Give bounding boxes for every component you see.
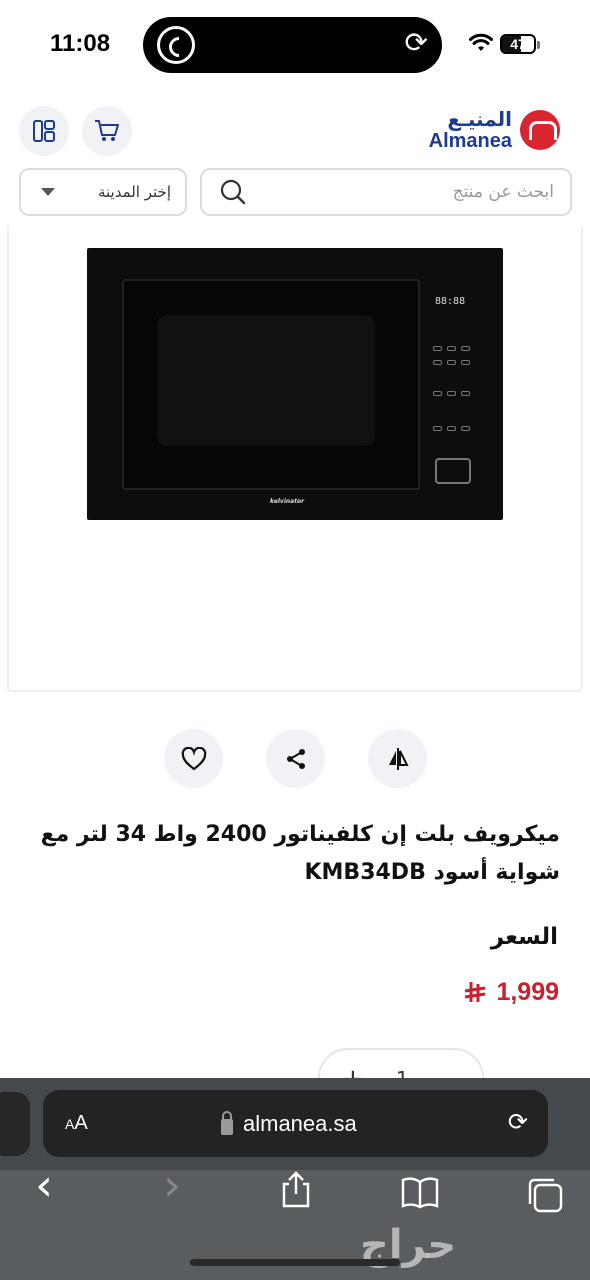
grid-icon xyxy=(33,120,55,142)
refresh-icon: ⟳ xyxy=(404,26,428,59)
battery-level: 47 xyxy=(510,36,526,52)
product-price: 1,999 xyxy=(462,978,559,1007)
forward-button[interactable]: › xyxy=(152,1164,192,1208)
share-icon xyxy=(286,748,305,769)
status-bar: 11:08 ⟳ 47 xyxy=(0,0,590,92)
microwave-knob xyxy=(435,458,471,484)
search-input[interactable] xyxy=(254,176,554,208)
lock-icon xyxy=(221,1110,233,1135)
home-indicator xyxy=(190,1259,400,1266)
logo-arabic: المنيـع xyxy=(447,107,512,131)
riyal-icon xyxy=(465,981,486,1002)
product-title: ميكرويف بلت إن كلفيناتور 2400 واط 34 لتر… xyxy=(40,822,560,885)
address-bar[interactable]: AA almanea.sa ⟳ xyxy=(43,1090,548,1157)
price-label: السعر xyxy=(490,924,558,950)
microwave-door xyxy=(122,279,420,490)
reload-icon[interactable]: ⟳ xyxy=(508,1108,528,1136)
reader-settings-button[interactable]: AA xyxy=(65,1112,88,1135)
share-button[interactable] xyxy=(266,729,325,788)
logo-english: Almanea xyxy=(428,130,512,152)
microwave-brand: kelvinator xyxy=(270,498,305,505)
almanea-logo[interactable]: المنيـع Almanea xyxy=(429,107,560,153)
tabs-icon[interactable] xyxy=(526,1176,566,1216)
heart-icon xyxy=(181,746,206,770)
search-icon[interactable] xyxy=(220,179,246,205)
battery-icon: 47 xyxy=(500,34,540,54)
city-select-label: إختر المدينة xyxy=(97,183,171,201)
compare-icon xyxy=(388,747,409,770)
chevron-down-icon xyxy=(41,188,55,196)
status-time: 11:08 xyxy=(50,30,111,57)
compare-button[interactable] xyxy=(368,729,427,788)
microwave-display: 88:88 xyxy=(435,296,466,307)
microwave-window xyxy=(157,315,375,446)
whatsapp-icon xyxy=(157,26,195,64)
search-box[interactable] xyxy=(200,168,572,216)
back-button[interactable]: ‹ xyxy=(24,1164,64,1208)
cart-icon xyxy=(95,120,119,141)
categories-button[interactable] xyxy=(19,106,69,156)
wifi-icon xyxy=(469,33,493,51)
url-text: almanea.sa xyxy=(243,1111,357,1136)
wishlist-button[interactable] xyxy=(164,729,223,788)
price-value: 1,999 xyxy=(496,978,559,1006)
product-image[interactable]: 88:88 kelvinator xyxy=(87,248,503,520)
previous-tab[interactable] xyxy=(0,1092,30,1156)
dynamic-island: ⟳ xyxy=(143,17,442,73)
logo-mark-icon xyxy=(520,110,560,150)
bookmarks-icon[interactable] xyxy=(400,1174,440,1210)
cart-button[interactable] xyxy=(82,106,132,156)
city-select[interactable]: إختر المدينة xyxy=(19,168,187,216)
page: 11:08 ⟳ 47 المنيـع Almanea إختر المدينة … xyxy=(0,0,590,1280)
share-sheet-icon[interactable] xyxy=(276,1170,316,1210)
